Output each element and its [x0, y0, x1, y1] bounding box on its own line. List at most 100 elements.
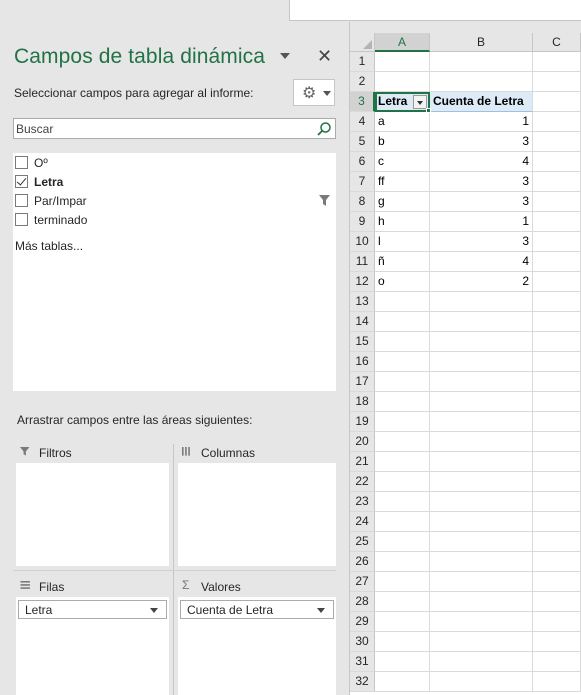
cell[interactable]	[375, 352, 430, 372]
cell[interactable]	[533, 532, 581, 552]
field-checkbox[interactable]	[15, 156, 28, 169]
column-header[interactable]: A	[375, 33, 430, 52]
row-header[interactable]: 30	[350, 632, 375, 652]
cell[interactable]	[533, 652, 581, 672]
row-header[interactable]: 3	[350, 92, 375, 112]
cell[interactable]	[375, 632, 430, 652]
cell[interactable]	[430, 532, 533, 552]
pivot-value[interactable]: 1	[430, 212, 533, 232]
cell[interactable]	[533, 352, 581, 372]
cell[interactable]	[533, 412, 581, 432]
cell[interactable]	[533, 292, 581, 312]
cell[interactable]	[430, 492, 533, 512]
values-field-pill[interactable]: Cuenta de Letra	[180, 600, 334, 619]
cell[interactable]	[533, 132, 581, 152]
row-header[interactable]: 23	[350, 492, 375, 512]
cell[interactable]	[430, 612, 533, 632]
cell[interactable]	[533, 592, 581, 612]
cell[interactable]	[375, 512, 430, 532]
columns-drop-area[interactable]	[178, 463, 336, 566]
row-header[interactable]: 21	[350, 452, 375, 472]
cell[interactable]	[430, 652, 533, 672]
cell[interactable]	[533, 332, 581, 352]
cell[interactable]	[533, 192, 581, 212]
cell[interactable]	[375, 52, 430, 72]
cell[interactable]	[533, 312, 581, 332]
cell[interactable]	[375, 592, 430, 612]
row-header[interactable]: 4	[350, 112, 375, 132]
cell[interactable]	[430, 352, 533, 372]
row-header[interactable]: 1	[350, 52, 375, 72]
search-icon[interactable]	[316, 121, 332, 137]
cell[interactable]	[430, 452, 533, 472]
search-input[interactable]	[14, 119, 314, 138]
row-header[interactable]: 27	[350, 572, 375, 592]
pivot-row-label[interactable]: o	[375, 272, 430, 292]
row-header[interactable]: 26	[350, 552, 375, 572]
filter-dropdown-icon[interactable]	[413, 95, 427, 109]
cell[interactable]	[533, 672, 581, 692]
cell[interactable]	[375, 472, 430, 492]
row-header[interactable]: 16	[350, 352, 375, 372]
cell[interactable]	[533, 632, 581, 652]
field-item[interactable]: Par/Impar	[13, 192, 336, 211]
cell[interactable]	[533, 432, 581, 452]
pivot-row-label[interactable]: ñ	[375, 252, 430, 272]
pivot-row-label[interactable]: h	[375, 212, 430, 232]
row-header[interactable]: 24	[350, 512, 375, 532]
row-header[interactable]: 14	[350, 312, 375, 332]
cell[interactable]	[375, 392, 430, 412]
pivot-value[interactable]: 4	[430, 252, 533, 272]
column-header[interactable]: B	[430, 33, 533, 52]
field-checkbox[interactable]	[15, 213, 28, 226]
row-header[interactable]: 9	[350, 212, 375, 232]
pivot-value-header[interactable]: Cuenta de Letra	[430, 92, 533, 112]
cell[interactable]	[533, 112, 581, 132]
pivot-value[interactable]: 3	[430, 172, 533, 192]
cell[interactable]	[430, 392, 533, 412]
cell[interactable]	[375, 532, 430, 552]
cell[interactable]	[533, 52, 581, 72]
cell[interactable]	[375, 552, 430, 572]
pivot-row-label[interactable]: g	[375, 192, 430, 212]
cell[interactable]	[375, 412, 430, 432]
field-item[interactable]: terminado	[13, 211, 336, 230]
cell[interactable]	[533, 372, 581, 392]
row-header[interactable]: 22	[350, 472, 375, 492]
cell[interactable]	[533, 512, 581, 532]
pane-options-chevron-down-icon[interactable]	[280, 53, 290, 59]
field-checkbox[interactable]	[15, 175, 28, 188]
cell[interactable]	[533, 92, 581, 112]
cell[interactable]	[533, 152, 581, 172]
cell[interactable]	[430, 672, 533, 692]
row-header[interactable]: 31	[350, 652, 375, 672]
row-header[interactable]: 10	[350, 232, 375, 252]
pivot-row-label[interactable]: l	[375, 232, 430, 252]
cell[interactable]	[533, 72, 581, 92]
filter-icon[interactable]	[319, 195, 331, 207]
row-header[interactable]: 17	[350, 372, 375, 392]
cell[interactable]	[375, 292, 430, 312]
row-header[interactable]: 11	[350, 252, 375, 272]
cell[interactable]	[533, 552, 581, 572]
cell[interactable]	[430, 412, 533, 432]
cell[interactable]	[430, 432, 533, 452]
pivot-row-label[interactable]: ff	[375, 172, 430, 192]
cell[interactable]	[533, 612, 581, 632]
cell[interactable]	[375, 572, 430, 592]
cell[interactable]	[430, 292, 533, 312]
cell[interactable]	[533, 392, 581, 412]
cell[interactable]	[375, 312, 430, 332]
pivot-row-label[interactable]: b	[375, 132, 430, 152]
row-header[interactable]: 25	[350, 532, 375, 552]
formula-bar[interactable]	[289, 0, 581, 21]
fill-handle[interactable]	[426, 108, 431, 113]
cell[interactable]	[430, 332, 533, 352]
row-header[interactable]: 12	[350, 272, 375, 292]
rows-drop-area[interactable]: Letra	[16, 597, 169, 695]
row-header[interactable]: 28	[350, 592, 375, 612]
row-header[interactable]: 13	[350, 292, 375, 312]
cell[interactable]	[430, 552, 533, 572]
cell[interactable]	[430, 72, 533, 92]
pivot-value[interactable]: 2	[430, 272, 533, 292]
